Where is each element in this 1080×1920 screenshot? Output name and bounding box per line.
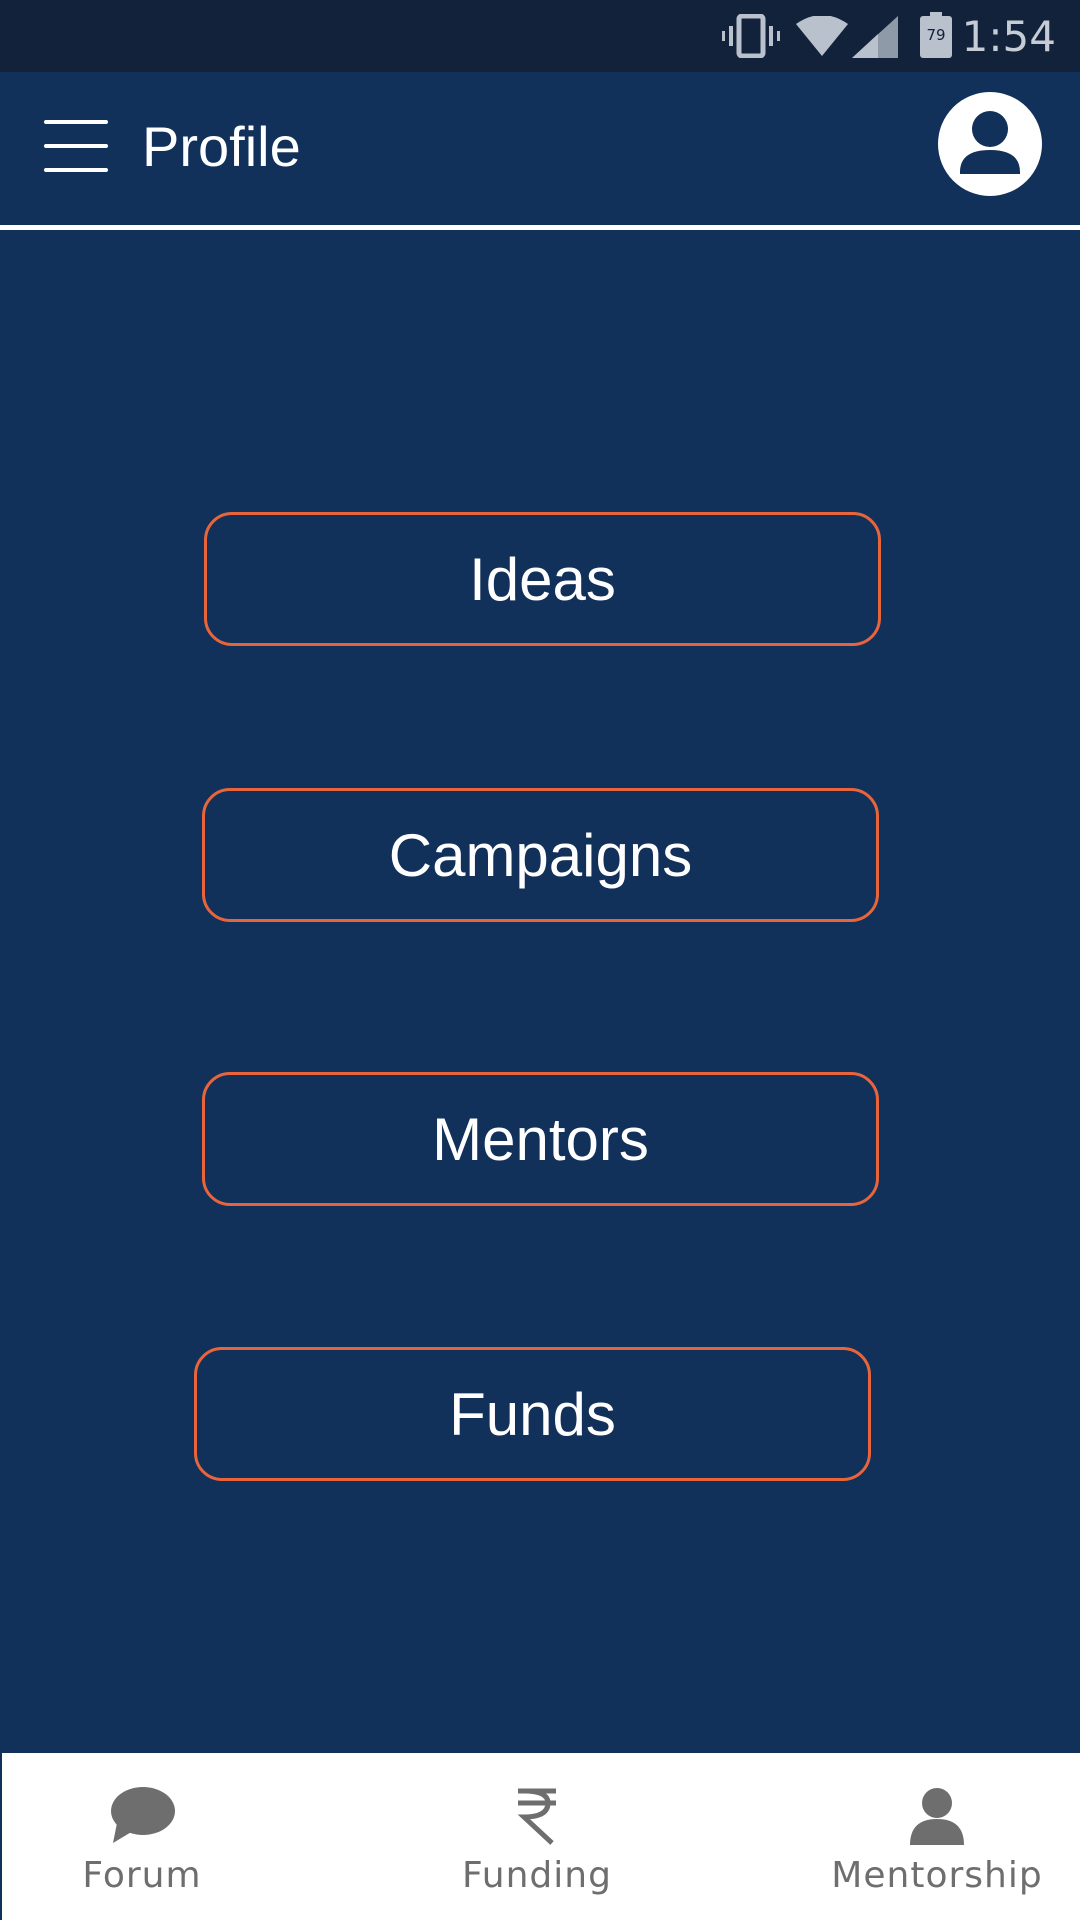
status-bar: 79 1:54 xyxy=(0,0,1080,72)
main-content: Ideas Campaigns Mentors Funds xyxy=(0,230,1080,1753)
nav-label-funding: Funding xyxy=(462,1855,612,1896)
funds-button[interactable]: Funds xyxy=(194,1347,871,1481)
app-bar: Profile xyxy=(0,72,1080,227)
cell-signal-icon xyxy=(852,16,898,58)
page-title: Profile xyxy=(142,115,301,178)
battery-icon: 79 xyxy=(920,12,952,58)
chat-bubble-icon xyxy=(109,1781,175,1845)
battery-level: 79 xyxy=(920,16,952,58)
nav-item-forum[interactable]: Forum xyxy=(62,1753,222,1920)
nav-label-forum: Forum xyxy=(82,1855,202,1896)
rupee-icon xyxy=(514,1781,560,1845)
campaigns-button[interactable]: Campaigns xyxy=(202,788,879,922)
bottom-nav: Forum Funding Mentorship xyxy=(0,1753,1080,1920)
wifi-icon xyxy=(796,16,848,56)
vibrate-icon xyxy=(722,14,780,58)
person-icon xyxy=(910,1781,964,1845)
status-time: 1:54 xyxy=(961,12,1056,61)
nav-item-funding[interactable]: Funding xyxy=(447,1753,627,1920)
mentors-button[interactable]: Mentors xyxy=(202,1072,879,1206)
ideas-button[interactable]: Ideas xyxy=(204,512,881,646)
user-avatar-icon[interactable] xyxy=(938,92,1042,196)
nav-label-mentorship: Mentorship xyxy=(831,1855,1043,1896)
hamburger-menu-icon[interactable] xyxy=(44,120,108,172)
nav-item-mentorship[interactable]: Mentorship xyxy=(831,1753,1043,1920)
